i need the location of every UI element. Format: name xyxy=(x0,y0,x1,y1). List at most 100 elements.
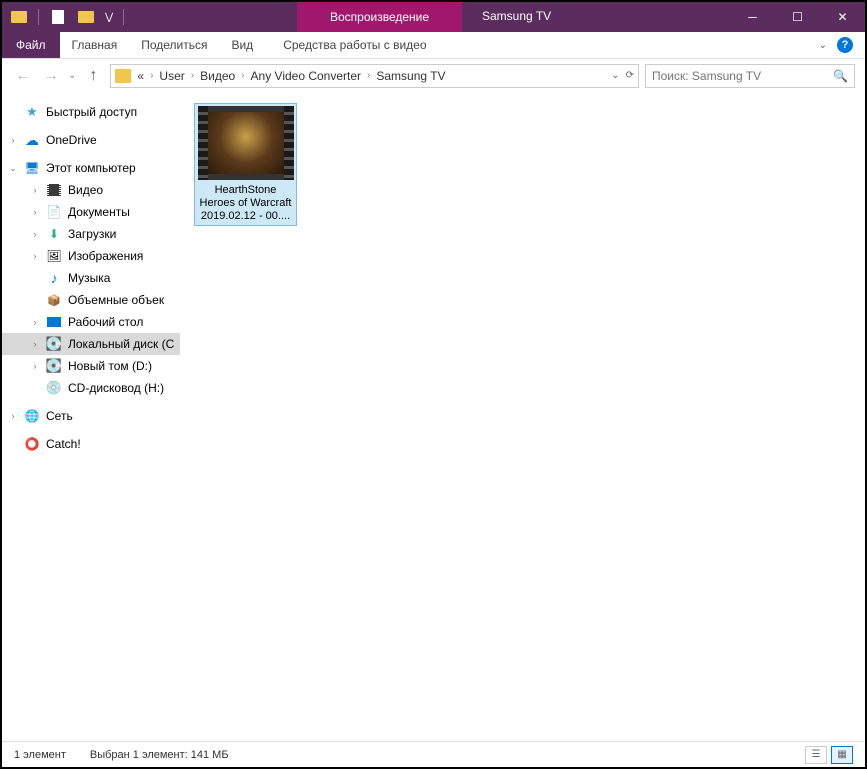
tree-label: Видео xyxy=(68,183,103,197)
tree-label: Catch! xyxy=(46,437,81,451)
tree-documents[interactable]: ›Документы xyxy=(2,201,180,223)
tree-cd-drive[interactable]: ›CD-дисковод (H:) xyxy=(2,377,180,399)
status-bar: 1 элемент Выбран 1 элемент: 141 МБ ☰ ▦ xyxy=(2,741,865,767)
nav-tree[interactable]: ›Быстрый доступ ›OneDrive ⌄Этот компьюте… xyxy=(2,93,180,741)
tree-label: Новый том (D:) xyxy=(68,359,152,373)
search-box[interactable]: 🔍 xyxy=(645,64,855,88)
tree-label: OneDrive xyxy=(46,133,97,147)
minimize-button[interactable]: ─ xyxy=(730,2,775,32)
tree-catch[interactable]: ›Catch! xyxy=(2,433,180,455)
breadcrumb-seg[interactable]: Samsung TV xyxy=(376,69,445,83)
details-view-button[interactable]: ☰ xyxy=(805,746,827,764)
tree-label: Документы xyxy=(68,205,130,219)
music-icon xyxy=(46,270,62,286)
back-button[interactable]: ← xyxy=(12,65,34,87)
address-bar: ← → ⌄ ↑ « › User › Видео › Any Video Con… xyxy=(2,59,865,93)
cd-icon xyxy=(46,380,62,396)
tree-label: Изображения xyxy=(68,249,143,263)
folder2-icon[interactable] xyxy=(77,8,95,26)
file-item[interactable]: HearthStone Heroes of Warcraft 2019.02.1… xyxy=(194,103,297,226)
download-icon xyxy=(46,226,62,242)
ribbon-tab-video-tools[interactable]: Средства работы с видео xyxy=(271,32,438,58)
breadcrumb-prefix: « xyxy=(137,69,144,83)
tree-label: Загрузки xyxy=(68,227,116,241)
help-icon[interactable]: ? xyxy=(837,37,853,53)
close-button[interactable]: ✕ xyxy=(820,2,865,32)
ribbon-tab-view[interactable]: Вид xyxy=(219,32,265,58)
title-bar: ⋁ Воспроизведение Samsung TV ─ ☐ ✕ xyxy=(2,2,865,32)
tree-images[interactable]: ›Изображения xyxy=(2,245,180,267)
tree-label: Этот компьютер xyxy=(46,161,136,175)
tree-downloads[interactable]: ›Загрузки xyxy=(2,223,180,245)
file-name: HearthStone Heroes of Warcraft 2019.02.1… xyxy=(197,184,294,223)
tree-desktop[interactable]: ›Рабочий стол xyxy=(2,311,180,333)
ribbon-context-header: Воспроизведение xyxy=(297,2,462,32)
ribbon-file-tab[interactable]: Файл xyxy=(2,32,60,58)
tree-music[interactable]: ›Музыка xyxy=(2,267,180,289)
image-icon xyxy=(46,248,62,264)
tree-label: Быстрый доступ xyxy=(46,105,137,119)
tree-new-volume[interactable]: ›Новый том (D:) xyxy=(2,355,180,377)
tree-label: Объемные объек xyxy=(68,293,164,307)
chevron-right-icon[interactable]: › xyxy=(367,70,370,81)
qat-dropdown-icon[interactable]: ⋁ xyxy=(105,12,113,23)
refresh-icon[interactable]: ⟳ xyxy=(626,70,634,81)
folder-icon xyxy=(115,69,131,83)
document-icon[interactable] xyxy=(49,8,67,26)
breadcrumb-seg[interactable]: Видео xyxy=(200,69,235,83)
qat-separator xyxy=(123,9,124,25)
tree-label: Рабочий стол xyxy=(68,315,143,329)
cube-icon xyxy=(46,292,62,308)
address-dropdown-icon[interactable]: ⌄ xyxy=(611,70,619,81)
tree-label: CD-дисковод (H:) xyxy=(68,381,164,395)
breadcrumb-seg[interactable]: User xyxy=(159,69,184,83)
search-input[interactable] xyxy=(652,69,833,83)
tree-label: Сеть xyxy=(46,409,73,423)
folder-icon xyxy=(10,8,28,26)
search-icon[interactable]: 🔍 xyxy=(833,69,848,83)
desktop-icon xyxy=(46,314,62,330)
tree-onedrive[interactable]: ›OneDrive xyxy=(2,129,180,151)
status-item-count: 1 элемент xyxy=(14,749,66,761)
chevron-right-icon[interactable]: › xyxy=(241,70,244,81)
tree-quick-access[interactable]: ›Быстрый доступ xyxy=(2,101,180,123)
tree-label: Музыка xyxy=(68,271,110,285)
chevron-right-icon[interactable]: › xyxy=(191,70,194,81)
up-button[interactable]: ↑ xyxy=(82,65,104,87)
ribbon-tab-share[interactable]: Поделиться xyxy=(129,32,219,58)
window-controls: ─ ☐ ✕ xyxy=(730,2,865,32)
chevron-right-icon[interactable]: › xyxy=(150,70,153,81)
status-selection: Выбран 1 элемент: 141 МБ xyxy=(90,749,229,761)
thumbnails-view-button[interactable]: ▦ xyxy=(831,746,853,764)
file-pane[interactable]: HearthStone Heroes of Warcraft 2019.02.1… xyxy=(180,93,865,741)
window-title: Samsung TV xyxy=(482,9,551,23)
tree-video[interactable]: ›Видео xyxy=(2,179,180,201)
main-area: ›Быстрый доступ ›OneDrive ⌄Этот компьюте… xyxy=(2,93,865,741)
video-icon xyxy=(46,182,62,198)
cloud-icon xyxy=(24,132,40,148)
forward-button[interactable]: → xyxy=(40,65,62,87)
document-icon xyxy=(46,204,62,220)
breadcrumb-box[interactable]: « › User › Видео › Any Video Converter ›… xyxy=(110,64,639,88)
ribbon-right: ⌄ ? xyxy=(819,32,865,58)
qat-separator xyxy=(38,9,39,25)
ribbon-collapse-icon[interactable]: ⌄ xyxy=(819,40,827,51)
explorer-window: ⋁ Воспроизведение Samsung TV ─ ☐ ✕ Файл … xyxy=(2,2,865,767)
disk-icon xyxy=(46,358,62,374)
ribbon-tab-home[interactable]: Главная xyxy=(60,32,130,58)
tree-network[interactable]: ›Сеть xyxy=(2,405,180,427)
video-thumbnail xyxy=(198,106,294,180)
tree-3d-objects[interactable]: ›Объемные объек xyxy=(2,289,180,311)
pc-icon xyxy=(24,160,40,176)
tree-local-disk[interactable]: ›Локальный диск (C xyxy=(2,333,180,355)
history-dropdown-icon[interactable]: ⌄ xyxy=(68,70,76,81)
maximize-button[interactable]: ☐ xyxy=(775,2,820,32)
disk-icon xyxy=(46,336,62,352)
quick-access-toolbar: ⋁ xyxy=(2,8,124,26)
network-icon xyxy=(24,408,40,424)
catch-icon xyxy=(24,436,40,452)
tree-label: Локальный диск (C xyxy=(68,337,174,351)
tree-this-pc[interactable]: ⌄Этот компьютер xyxy=(2,157,180,179)
breadcrumb-seg[interactable]: Any Video Converter xyxy=(251,69,362,83)
star-icon xyxy=(24,104,40,120)
